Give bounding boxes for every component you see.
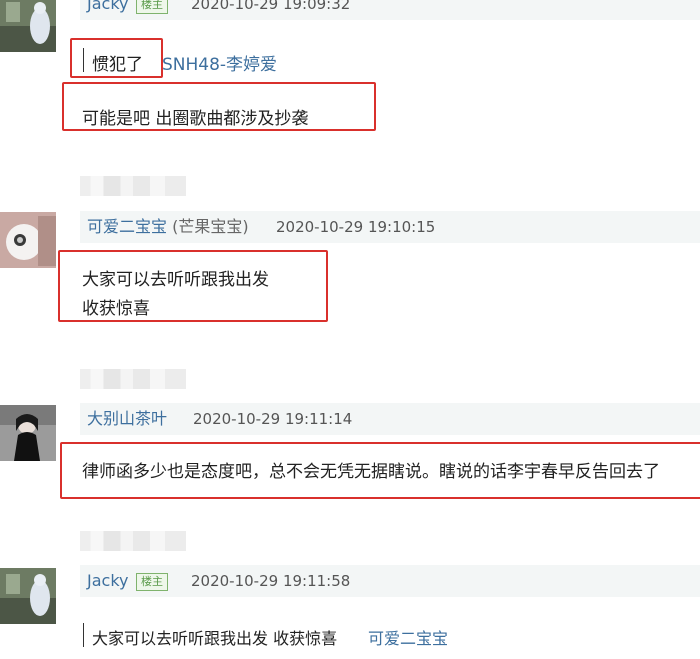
highlight-box bbox=[70, 38, 163, 78]
avatar-dabieshan-chaye[interactable] bbox=[0, 405, 56, 461]
blurred-actions bbox=[80, 369, 186, 389]
owner-badge: 楼主 bbox=[136, 0, 168, 14]
avatar-keai-erbaobao[interactable] bbox=[0, 212, 56, 268]
comment-time: 2020-10-29 19:10:15 bbox=[276, 218, 436, 236]
comment-header: 可爱二宝宝 (芒果宝宝) 2020-10-29 19:10:15 bbox=[80, 211, 700, 243]
owner-badge: 楼主 bbox=[136, 573, 168, 591]
highlight-box bbox=[60, 442, 700, 499]
blurred-actions bbox=[80, 176, 186, 196]
comment-time: 2020-10-29 19:09:32 bbox=[191, 0, 351, 13]
comment-header: Jacky 楼主 2020-10-29 19:09:32 bbox=[80, 0, 700, 20]
comment-time: 2020-10-29 19:11:14 bbox=[193, 410, 353, 428]
username[interactable]: 可爱二宝宝 (芒果宝宝) bbox=[87, 211, 249, 243]
reply-to-link[interactable]: 可爱二宝宝 bbox=[368, 625, 448, 649]
reply-to-link[interactable]: SNH48-李婷爱 bbox=[162, 50, 277, 75]
comment-time: 2020-10-29 19:11:58 bbox=[191, 572, 351, 590]
quote-text: 大家可以去听听跟我出发 收获惊喜 bbox=[92, 629, 338, 648]
comment-header: Jacky 楼主 2020-10-29 19:11:58 bbox=[80, 565, 700, 597]
blurred-actions bbox=[80, 531, 186, 551]
highlight-box bbox=[62, 82, 376, 131]
username-text[interactable]: 可爱二宝宝 bbox=[87, 217, 167, 236]
username[interactable]: Jacky bbox=[87, 565, 128, 597]
quote-bar bbox=[83, 623, 84, 647]
user-tag: (芒果宝宝) bbox=[172, 217, 249, 236]
highlight-box bbox=[58, 250, 328, 322]
avatar-jacky[interactable] bbox=[0, 568, 56, 624]
username[interactable]: Jacky bbox=[87, 0, 128, 20]
avatar-jacky[interactable] bbox=[0, 0, 56, 52]
comment-header: 大别山茶叶 2020-10-29 19:11:14 bbox=[80, 403, 700, 435]
username[interactable]: 大别山茶叶 bbox=[87, 403, 167, 435]
